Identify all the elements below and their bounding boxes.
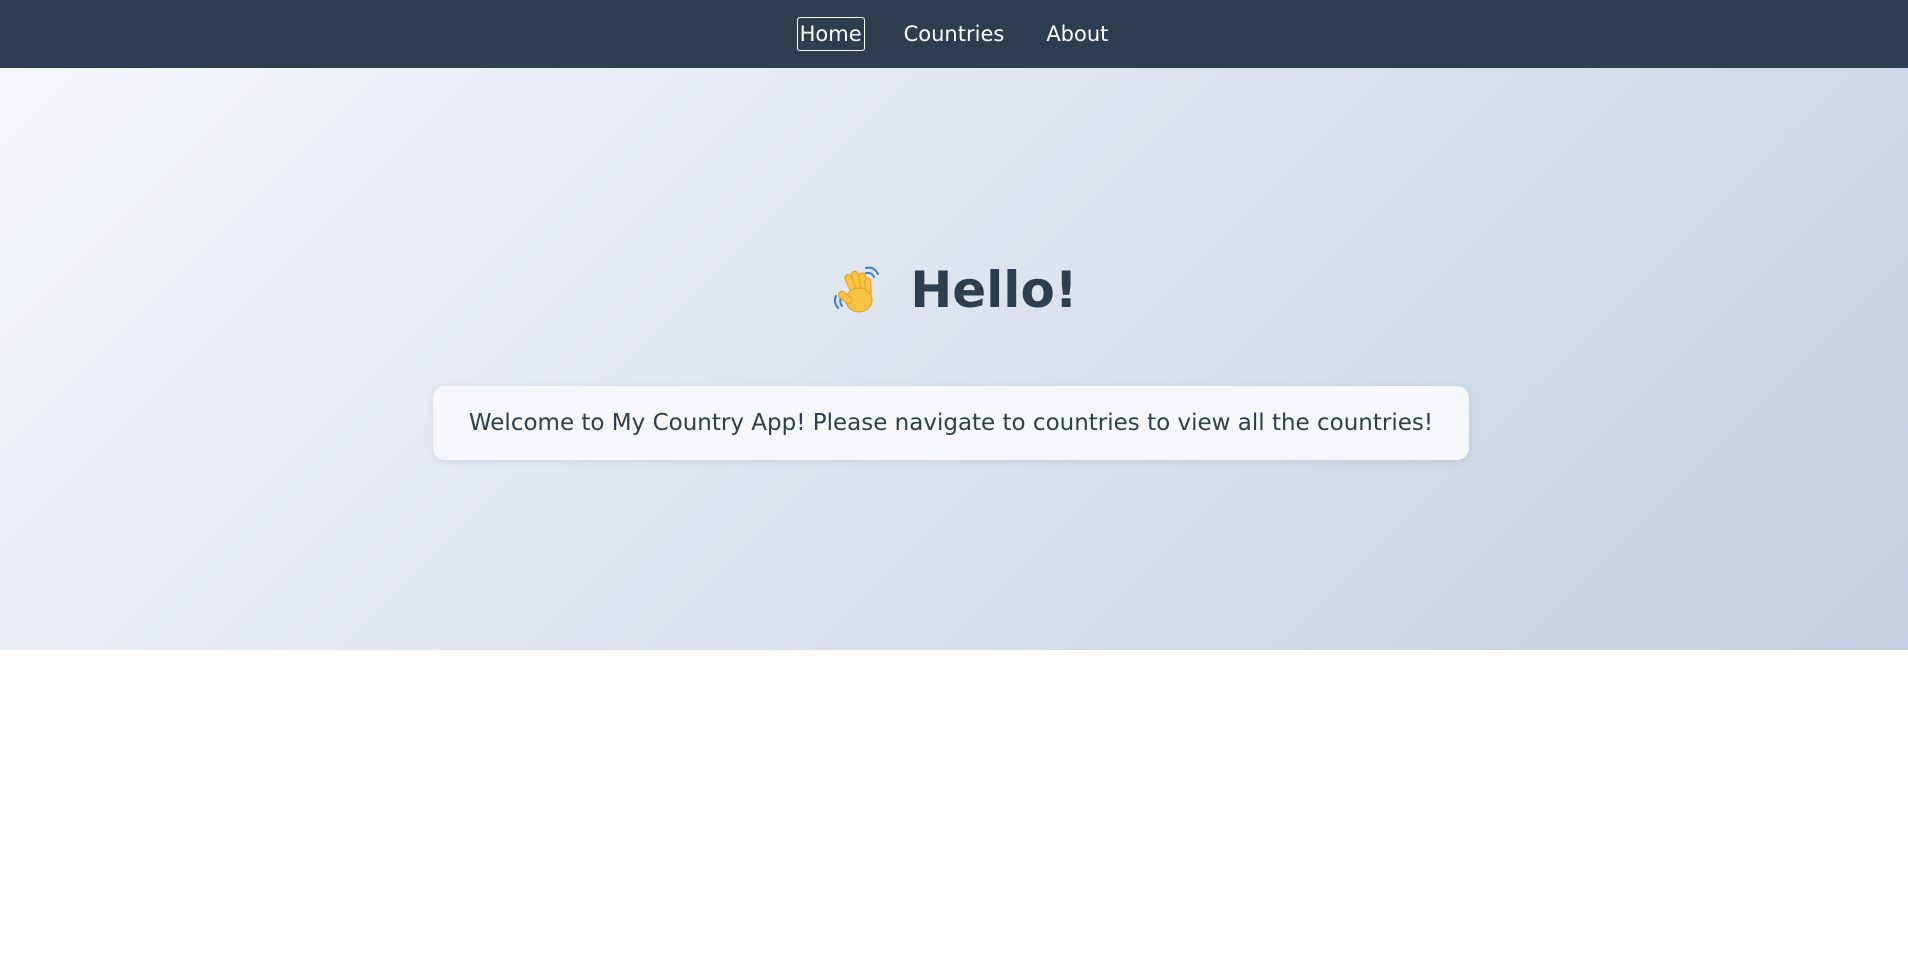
nav-link-home[interactable]: Home <box>796 17 865 51</box>
top-navbar: Home Countries About <box>0 0 1908 68</box>
hero-section: Hello! Welcome to My Country App! Please… <box>0 68 1908 650</box>
greeting: Hello! <box>0 260 1908 320</box>
welcome-message: Welcome to My Country App! Please naviga… <box>468 410 1434 436</box>
waving-hand-icon <box>830 262 886 318</box>
page-title: Hello! <box>910 261 1078 319</box>
nav-link-countries[interactable]: Countries <box>901 17 1008 51</box>
nav-link-about[interactable]: About <box>1043 17 1111 51</box>
welcome-card: Welcome to My Country App! Please naviga… <box>433 386 1469 460</box>
